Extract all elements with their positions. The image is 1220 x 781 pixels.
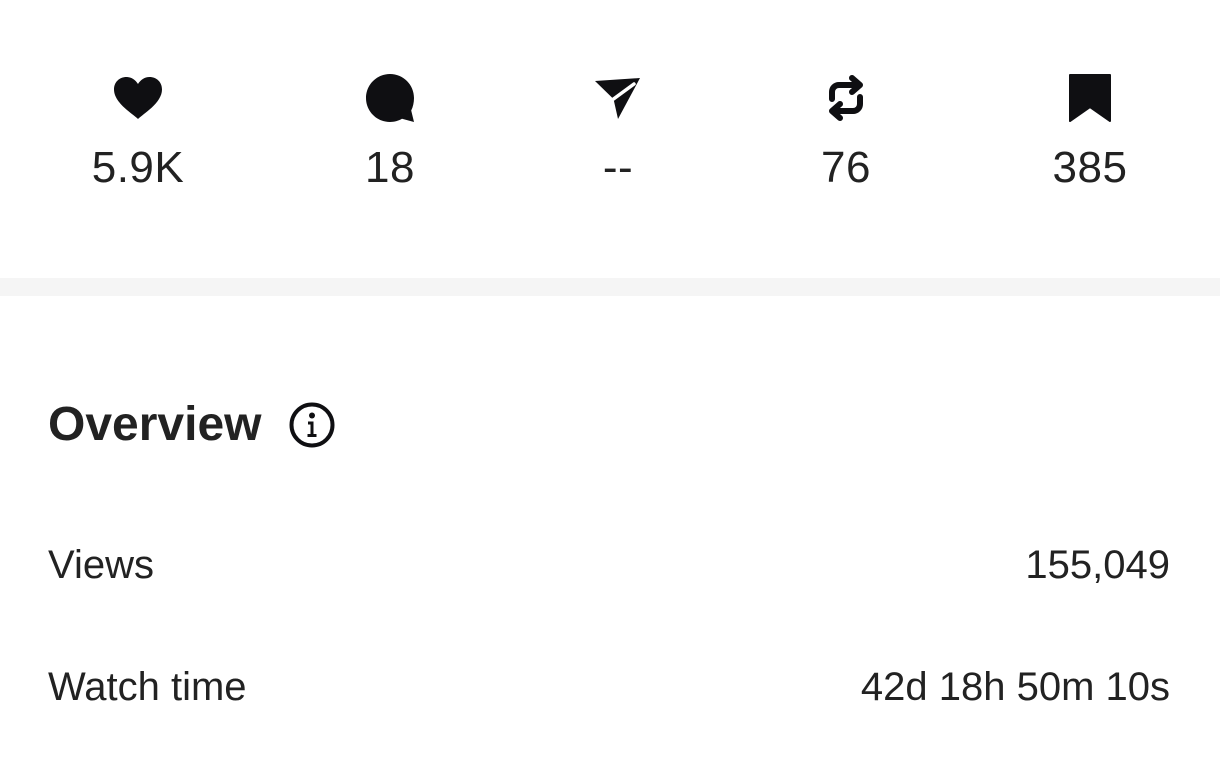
saves-stat[interactable]: 385	[990, 72, 1190, 192]
views-row: Views 155,049	[48, 540, 1170, 590]
engagement-stats-row: 5.9K 18 -- 76 385	[0, 0, 1220, 278]
comment-icon	[364, 72, 416, 124]
info-icon[interactable]	[289, 402, 335, 448]
watch-time-label: Watch time	[48, 665, 247, 709]
shares-stat[interactable]: --	[518, 72, 718, 192]
watch-time-value: 42d 18h 50m 10s	[860, 665, 1170, 709]
heart-icon	[112, 72, 164, 124]
reposts-count: 76	[821, 143, 871, 192]
saves-count: 385	[1052, 143, 1128, 192]
overview-title: Overview	[48, 398, 262, 451]
repost-icon	[820, 72, 872, 124]
comments-stat[interactable]: 18	[290, 72, 490, 192]
section-divider	[0, 278, 1220, 296]
views-label: Views	[48, 543, 154, 587]
overview-header: Overview	[48, 396, 335, 454]
reposts-stat[interactable]: 76	[746, 72, 946, 192]
views-value: 155,049	[1025, 543, 1170, 587]
watch-time-row: Watch time 42d 18h 50m 10s	[48, 662, 1170, 712]
send-icon	[592, 72, 644, 124]
bookmark-icon	[1064, 72, 1116, 124]
likes-count: 5.9K	[91, 143, 185, 192]
likes-stat[interactable]: 5.9K	[38, 72, 238, 192]
shares-count: --	[602, 143, 634, 192]
comments-count: 18	[365, 143, 415, 192]
